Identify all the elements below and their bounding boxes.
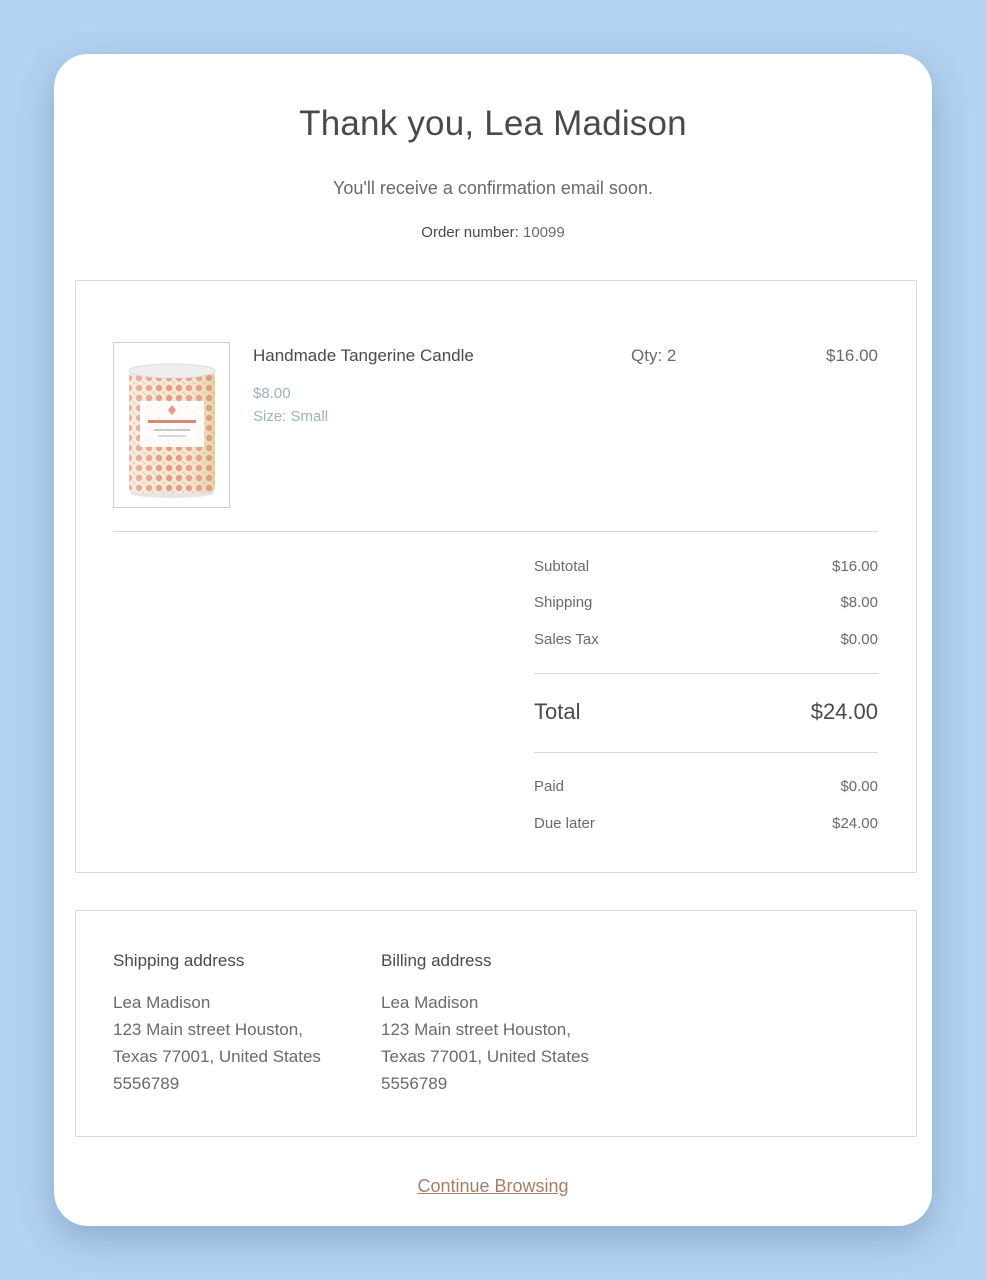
total-value: $24.00 (810, 699, 878, 724)
item-name: Handmade Tangerine Candle (253, 346, 474, 365)
subtotal-value: $16.00 (832, 558, 878, 575)
shipping-address-heading: Shipping address (113, 951, 245, 970)
billing-address-line: 5556789 (381, 1074, 448, 1093)
shipping-address-line: 123 Main street Houston, (113, 1020, 303, 1039)
billing-address-line: Texas 77001, United States (381, 1047, 589, 1066)
paid-label: Paid (534, 778, 565, 795)
shipping-address-line: 5556789 (113, 1074, 180, 1093)
item-unit-price: $8.00 (253, 385, 291, 402)
order-number-label: Order number: (421, 224, 519, 241)
due-later-value: $24.00 (832, 815, 878, 832)
page-title: Thank you, Lea Madison (299, 104, 687, 143)
shipping-address-line: Lea Madison (113, 993, 211, 1012)
item-line-total: $16.00 (826, 346, 878, 365)
billing-address-line: Lea Madison (381, 993, 479, 1012)
order-items-panel: Handmade Tangerine Candle $8.00 Size: Sm… (75, 280, 917, 873)
billing-address-line: 123 Main street Houston, (381, 1020, 571, 1039)
item-size: Size: Small (253, 408, 329, 425)
items-divider (113, 531, 878, 532)
order-number-line: Order number: 10099 (54, 224, 932, 241)
sales-tax-label: Sales Tax (534, 631, 599, 648)
subtotal-label: Subtotal (534, 558, 590, 575)
item-quantity: Qty: 2 (631, 346, 677, 365)
candle-product-image (113, 342, 230, 508)
summary-divider-bottom (534, 752, 878, 753)
shipping-value: $8.00 (840, 594, 878, 611)
paid-value: $0.00 (840, 778, 878, 795)
shipping-address: Shipping address Lea Madison 123 Main st… (113, 951, 321, 1097)
shipping-address-line: Texas 77001, United States (113, 1047, 321, 1066)
order-confirmation-card: Thank you, Lea Madison You'll receive a … (54, 54, 932, 1226)
total-label: Total (534, 699, 581, 724)
order-number-value: 10099 (523, 224, 565, 241)
summary-divider-top (534, 673, 878, 674)
continue-browsing-container: Continue Browsing (54, 1176, 932, 1197)
billing-address: Billing address Lea Madison 123 Main str… (381, 951, 589, 1097)
addresses-panel: Shipping address Lea Madison 123 Main st… (75, 910, 917, 1137)
continue-browsing-link[interactable]: Continue Browsing (417, 1176, 568, 1196)
confirmation-message: You'll receive a confirmation email soon… (333, 178, 653, 198)
billing-address-heading: Billing address (381, 951, 492, 970)
due-later-label: Due later (534, 815, 595, 832)
shipping-label: Shipping (534, 594, 593, 611)
sales-tax-value: $0.00 (840, 631, 878, 648)
